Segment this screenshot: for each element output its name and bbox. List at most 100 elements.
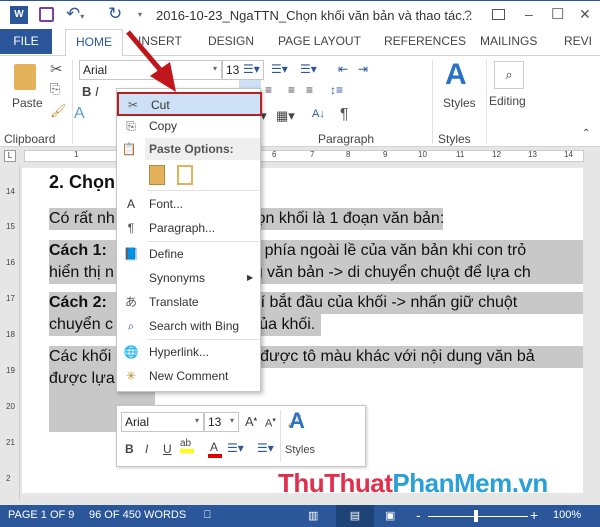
paragraph-group-label: Paragraph	[318, 132, 375, 146]
tab-design[interactable]: DESIGN	[208, 34, 254, 48]
paste-icon	[14, 64, 36, 90]
menu-item-copy[interactable]: ⎘ Copy	[117, 115, 260, 137]
mini-styles-icon[interactable]: A	[289, 408, 305, 434]
menu-item-synonyms[interactable]: Synonyms ▶	[117, 267, 260, 289]
menu-item-paragraph[interactable]: ¶ Paragraph...	[117, 217, 260, 239]
zoom-level[interactable]: 100%	[553, 509, 581, 521]
numbering-icon[interactable]: ☰▾	[271, 62, 288, 76]
grow-font-icon[interactable]: A▴	[245, 414, 257, 429]
ruler-tick: 16	[6, 258, 15, 267]
multilevel-icon[interactable]: ☰▾	[300, 62, 317, 76]
ruler-tick: 10	[418, 150, 427, 159]
menu-item-hyperlink[interactable]: 🌐 Hyperlink...	[117, 341, 260, 363]
bullets-icon[interactable]: ☰▾	[243, 62, 260, 76]
read-mode-icon[interactable]: ▥	[308, 509, 318, 522]
mini-italic-button[interactable]: I	[145, 442, 148, 456]
borders-icon[interactable]: ▦▾	[276, 108, 295, 124]
ruler-tick: 14	[6, 187, 15, 196]
justify-button[interactable]: ≡	[306, 83, 313, 97]
show-marks-icon[interactable]: ¶	[340, 106, 349, 124]
mini-numbering-icon[interactable]: ☰▾	[257, 441, 274, 455]
decrease-indent-icon[interactable]: ⇤	[338, 62, 348, 76]
find-icon: ⌕	[494, 61, 524, 89]
format-painter-icon[interactable]: 🖌	[50, 103, 67, 119]
menu-item-font[interactable]: A Font...	[117, 193, 260, 215]
align-center-button[interactable]: ≡	[265, 83, 272, 97]
menu-item-new-comment[interactable]: ✳ New Comment	[117, 365, 260, 387]
minimize-button[interactable]: –	[525, 6, 533, 22]
proofing-icon[interactable]: ⎕	[204, 509, 211, 522]
styles-button[interactable]: Styles	[443, 96, 476, 110]
tab-mailings[interactable]: MAILINGS	[480, 34, 537, 48]
editing-button[interactable]: Editing	[489, 94, 526, 108]
ruler-tick: 11	[456, 150, 465, 159]
menu-item-translate[interactable]: あ Translate	[117, 291, 260, 313]
word-count[interactable]: 96 OF 450 WORDS	[89, 509, 186, 521]
paste-picture-icon[interactable]	[177, 165, 193, 185]
tab-selector[interactable]: L	[4, 150, 16, 162]
vertical-ruler[interactable]: 14 15 16 17 18 19 20 21 2	[0, 165, 20, 500]
ribbon-display-button[interactable]	[492, 9, 505, 20]
copy-icon[interactable]: ⎘	[50, 81, 60, 97]
mini-size-value: 13	[208, 415, 222, 429]
watermark-logo: ThuThuatPhanMem.vn	[278, 468, 548, 498]
italic-button[interactable]: I	[95, 84, 99, 99]
mini-font-combo[interactable]: Arial ▾	[121, 412, 204, 432]
zoom-slider-thumb[interactable]	[474, 510, 478, 522]
mini-bullets-icon[interactable]: ☰▾	[227, 441, 244, 455]
menu-item-define[interactable]: 📘 Define	[117, 243, 260, 265]
increase-indent-icon[interactable]: ⇥	[358, 62, 368, 76]
help-button[interactable]: ?	[464, 7, 472, 23]
menu-item-search-with-bing[interactable]: ⌕ Search with Bing	[117, 315, 260, 337]
search-icon: ⌕	[127, 319, 135, 333]
hyperlink-icon: 🌐	[123, 345, 139, 359]
word-icon: W	[10, 6, 28, 24]
paragraph-icon: ¶	[127, 221, 135, 235]
paste-keep-formatting-icon[interactable]	[149, 165, 165, 185]
ruler-tick: 18	[6, 330, 15, 339]
tab-references[interactable]: REFERENCES	[384, 34, 466, 48]
customize-qat-icon[interactable]: ▾	[138, 10, 142, 19]
paste-icon: 📋	[121, 142, 137, 156]
undo-icon[interactable]: ↶▾	[66, 4, 84, 24]
line-spacing-icon[interactable]: ↕≡	[330, 83, 343, 97]
zoom-in-button[interactable]: +	[530, 507, 538, 523]
paste-button[interactable]: Paste	[12, 96, 43, 110]
close-button[interactable]: ✕	[579, 6, 591, 23]
sort-icon[interactable]: A↓	[312, 108, 325, 120]
align-right-button[interactable]: ≡	[288, 83, 295, 97]
mini-styles-button[interactable]: Styles	[285, 444, 315, 456]
print-layout-icon[interactable]: ▤	[336, 505, 374, 527]
mini-size-combo[interactable]: 13 ▾	[204, 412, 239, 432]
maximize-button[interactable]: ☐	[551, 5, 564, 23]
paste-options-header: 📋 Paste Options:	[122, 138, 260, 160]
doc-heading: 2. Chọn	[49, 172, 115, 192]
translate-icon: あ	[124, 295, 137, 309]
tab-file[interactable]: FILE	[0, 29, 52, 54]
ruler-tick: 8	[346, 150, 351, 159]
tab-home[interactable]: HOME	[65, 29, 123, 56]
font-size-value: 13	[226, 63, 240, 77]
shrink-font-icon[interactable]: A▾	[265, 416, 276, 430]
ruler-tick: 12	[492, 150, 501, 159]
ruler-tick: 9	[383, 150, 388, 159]
web-layout-icon[interactable]: ▣	[385, 509, 395, 522]
collapse-ribbon-icon[interactable]: ⌃	[582, 128, 590, 139]
mini-underline-button[interactable]: U	[163, 442, 172, 456]
horizontal-ruler[interactable]: L 1 6 7 8 9 10 11 12 13 14	[0, 147, 600, 165]
cut-icon[interactable]: ✂	[50, 60, 63, 78]
bold-button[interactable]: B	[82, 84, 91, 99]
text-effects-icon[interactable]: A	[74, 105, 85, 123]
save-icon[interactable]	[39, 7, 54, 22]
ruler-tick: 15	[6, 222, 15, 231]
redo-icon[interactable]: ↻	[108, 4, 122, 24]
highlight-color-button[interactable]: ab	[180, 438, 194, 453]
page-indicator[interactable]: PAGE 1 OF 9	[8, 509, 74, 521]
zoom-out-button[interactable]: -	[416, 507, 421, 523]
mini-bold-button[interactable]: B	[125, 442, 134, 456]
tab-review[interactable]: REVI	[564, 34, 592, 48]
zoom-slider[interactable]	[428, 516, 528, 517]
tab-page-layout[interactable]: PAGE LAYOUT	[278, 34, 361, 48]
ruler-tick: 13	[528, 150, 537, 159]
ruler-tick: 21	[6, 438, 15, 447]
